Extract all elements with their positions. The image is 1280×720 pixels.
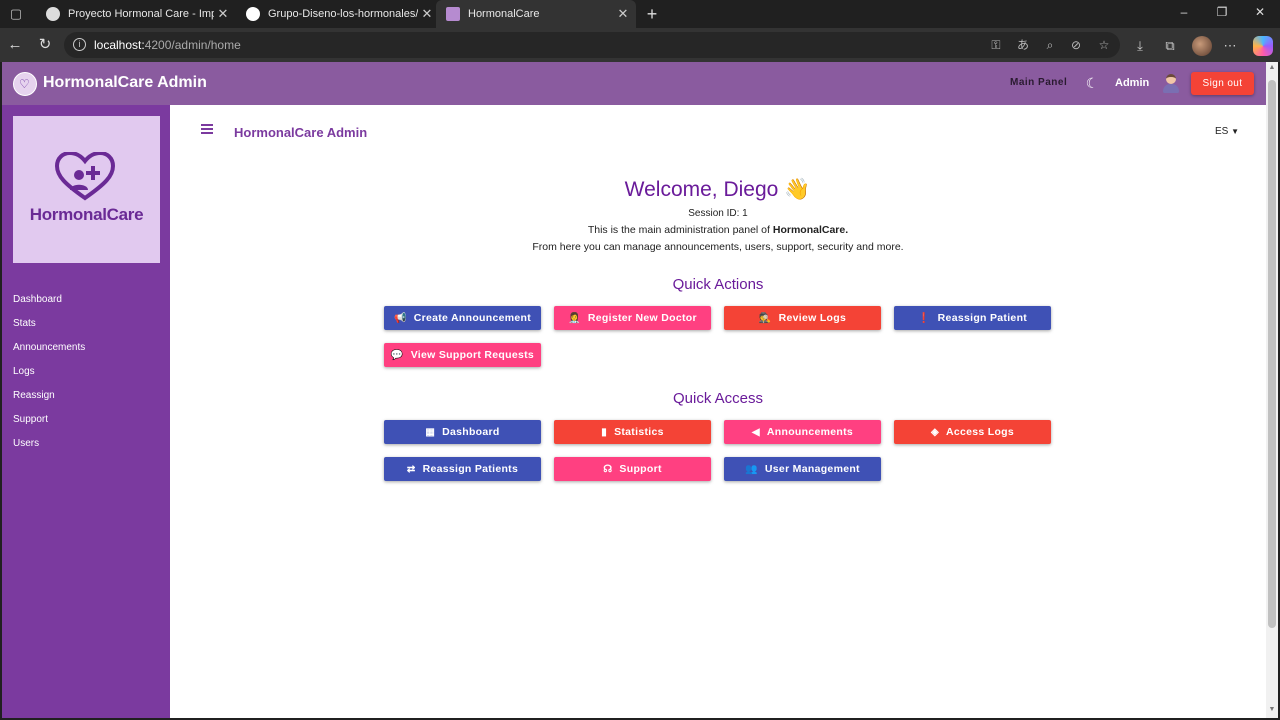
quick-access-title: Quick Access <box>672 390 764 407</box>
app-title: HormonalCare Admin <box>43 74 207 91</box>
chevron-down-icon: ▼ <box>1231 127 1240 136</box>
user-management-button[interactable]: 👥 User Management <box>724 457 881 481</box>
announcements-button[interactable]: ◀ Announcements <box>724 420 881 444</box>
content-header-title: HormonalCare Admin <box>234 125 368 140</box>
openai-favicon-icon <box>46 7 60 21</box>
speech-bubble-icon: 💬 <box>390 349 404 361</box>
sidebar-item-reassign[interactable]: Reassign <box>13 390 85 414</box>
welcome-description: This is the main administration panel of… <box>587 224 849 236</box>
exclamation-icon: ❗ <box>917 312 931 324</box>
access-logs-button[interactable]: ◈ Access Logs <box>894 420 1051 444</box>
language-value: ES <box>1215 126 1229 137</box>
language-select[interactable]: ES ▼ <box>1215 126 1239 137</box>
back-icon[interactable]: ← <box>6 36 24 54</box>
url-host: localhost: <box>94 38 145 52</box>
bar-chart-icon: ▮ <box>601 426 608 438</box>
top-toolbar: ♡ HormonalCare Admin Main Panel ☾ Admin … <box>2 62 1266 105</box>
quick-actions-title: Quick Actions <box>672 276 764 293</box>
restore-icon[interactable]: ❐ <box>1212 5 1232 19</box>
browser-tab-2[interactable]: Grupo-Diseno-los-hormonales/e ✕ <box>236 0 440 28</box>
translate-icon[interactable]: あ <box>1015 37 1031 53</box>
browser-tab-bar: ▢ Proyecto Hormonal Care - Implen ✕ Grup… <box>0 0 1280 28</box>
view-support-requests-button[interactable]: 💬 View Support Requests <box>384 343 541 367</box>
hamburger-menu-icon[interactable] <box>201 124 215 136</box>
key-icon[interactable]: ⚿ <box>988 37 1004 53</box>
minimize-icon[interactable]: – <box>1174 5 1194 19</box>
create-announcement-button[interactable]: 📢 Create Announcement <box>384 306 541 330</box>
more-menu-icon[interactable]: ⋯ <box>1221 38 1239 54</box>
sidebar-item-dashboard[interactable]: Dashboard <box>13 294 85 318</box>
swap-icon: ⇄ <box>406 463 416 475</box>
brand-name: HormonalCare. <box>772 224 849 236</box>
scroll-up-icon[interactable]: ▲ <box>1266 64 1278 71</box>
site-info-icon[interactable]: i <box>73 38 86 51</box>
sidebar-nav: Dashboard Stats Announcements Logs Reass… <box>13 294 85 462</box>
sidebar-item-stats[interactable]: Stats <box>13 318 85 342</box>
register-doctor-button[interactable]: 👩‍⚕️ Register New Doctor <box>554 306 711 330</box>
app-root: ♡ HormonalCare Admin Main Panel ☾ Admin … <box>2 62 1266 718</box>
browser-tab-3[interactable]: HormonalCare ✕ <box>436 0 636 28</box>
user-avatar-icon[interactable] <box>1162 73 1180 93</box>
support-button[interactable]: ☊ Support <box>554 457 711 481</box>
review-logs-button[interactable]: 🕵️ Review Logs <box>724 306 881 330</box>
statistics-button[interactable]: ▮ Statistics <box>554 420 711 444</box>
new-tab-button[interactable]: + <box>642 4 662 24</box>
sidebar-item-announcements[interactable]: Announcements <box>13 342 85 366</box>
sidebar-item-users[interactable]: Users <box>13 438 85 462</box>
reload-icon[interactable]: ↻ <box>36 36 54 54</box>
address-bar-row: ← ↻ i localhost:4200/admin/home ⚿ あ ⌕ ⊘ … <box>0 28 1280 62</box>
megaphone-icon: 📢 <box>393 312 407 324</box>
close-window-icon[interactable]: ✕ <box>1250 5 1270 19</box>
dashboard-button[interactable]: ▦ Dashboard <box>384 420 541 444</box>
sidebar-brand: HormonalCare <box>29 205 144 224</box>
reassign-patients-button[interactable]: ⇄ Reassign Patients <box>384 457 541 481</box>
hormonalcare-favicon-icon <box>446 7 460 21</box>
shield-icon: ◈ <box>930 426 939 438</box>
page-scrollbar[interactable]: ▲ ▼ <box>1266 62 1278 718</box>
user-role-label: Admin <box>1115 77 1150 89</box>
main-panel-link[interactable]: Main Panel <box>1010 77 1067 88</box>
close-tab-icon[interactable]: ✕ <box>214 6 232 22</box>
tracking-prevention-icon[interactable]: ⊘ <box>1068 37 1084 53</box>
extensions-icon[interactable]: ⧉ <box>1161 38 1179 54</box>
welcome-heading: Welcome, Diego 👋 <box>624 178 811 201</box>
detective-icon: 🕵️ <box>758 312 772 324</box>
close-tab-icon[interactable]: ✕ <box>418 6 436 22</box>
workspaces-icon[interactable]: ▢ <box>8 6 24 22</box>
url-field[interactable]: i localhost:4200/admin/home ⚿ あ ⌕ ⊘ ☆ <box>64 32 1120 58</box>
copilot-icon[interactable] <box>1253 36 1273 56</box>
sidebar-item-logs[interactable]: Logs <box>13 366 85 390</box>
reassign-patient-button[interactable]: ❗ Reassign Patient <box>894 306 1051 330</box>
github-favicon-icon <box>246 7 260 21</box>
close-tab-icon[interactable]: ✕ <box>614 6 632 22</box>
profile-avatar[interactable] <box>1192 36 1212 56</box>
session-id: Session ID: 1 <box>688 208 748 219</box>
headset-icon: ☊ <box>603 463 613 475</box>
dashboard-icon: ▦ <box>425 426 436 438</box>
doctor-icon: 👩‍⚕️ <box>568 312 581 324</box>
sign-out-button[interactable]: Sign out <box>1191 72 1254 95</box>
browser-tab-1[interactable]: Proyecto Hormonal Care - Implen ✕ <box>36 0 236 28</box>
favorite-icon[interactable]: ☆ <box>1096 37 1112 53</box>
app-logo-icon: ♡ <box>13 72 37 96</box>
people-icon: 👥 <box>745 463 758 475</box>
scrollbar-thumb[interactable] <box>1268 80 1276 628</box>
scroll-down-icon[interactable]: ▼ <box>1266 706 1278 713</box>
megaphone-icon: ◀ <box>751 426 760 438</box>
welcome-subdescription: From here you can manage announcements, … <box>532 241 904 253</box>
downloads-icon[interactable]: ⤓ <box>1131 38 1149 54</box>
dark-mode-toggle-icon[interactable]: ☾ <box>1084 75 1100 91</box>
url-path: 4200/admin/home <box>144 38 241 52</box>
zoom-icon[interactable]: ⌕ <box>1042 37 1058 53</box>
sidebar-item-support[interactable]: Support <box>13 414 85 438</box>
